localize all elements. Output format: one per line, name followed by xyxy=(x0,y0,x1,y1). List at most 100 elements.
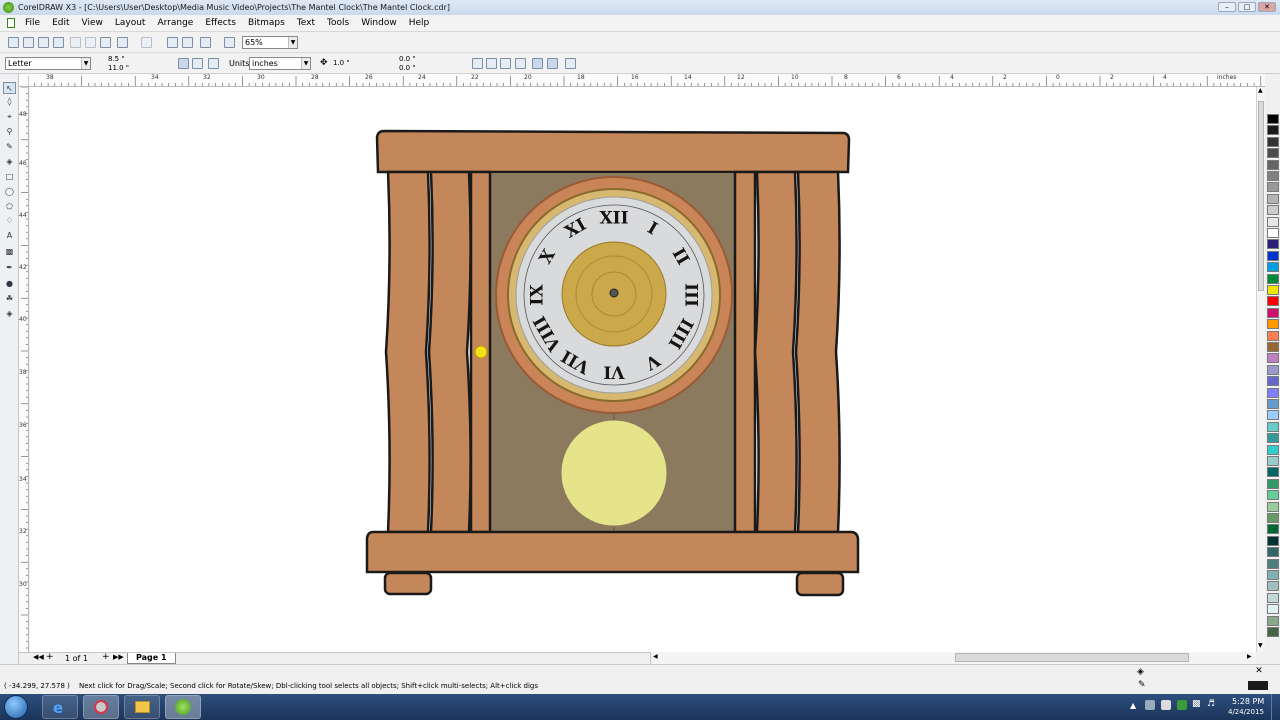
duplicate-x-field[interactable]: 0.0 " xyxy=(399,55,416,63)
ellipse-tool-icon[interactable]: ◯ xyxy=(3,186,16,198)
portrait-icon[interactable] xyxy=(178,58,189,69)
snap-to-objects-icon[interactable] xyxy=(500,58,511,69)
snap-to-grid-icon[interactable] xyxy=(472,58,483,69)
page-width-field[interactable]: 8.5 " xyxy=(108,55,125,63)
color-swatch[interactable] xyxy=(1267,444,1279,455)
color-swatch[interactable] xyxy=(1267,570,1279,580)
volume-icon[interactable]: ♬ xyxy=(1207,699,1215,709)
start-button[interactable] xyxy=(4,695,28,719)
zoom-tool-icon[interactable]: ⚲ xyxy=(3,126,16,138)
color-swatch[interactable] xyxy=(1267,342,1279,352)
clock-date[interactable]: 4/24/2015 xyxy=(1228,708,1264,716)
color-swatch[interactable] xyxy=(1267,627,1279,637)
menu-window[interactable]: Window xyxy=(361,18,397,28)
coreldraw-alt-icon[interactable] xyxy=(83,695,119,719)
clock-face[interactable]: XII IIIIIIIIIIVVIVIIVIIIIXXXI xyxy=(495,176,733,414)
color-swatch[interactable] xyxy=(1267,182,1279,193)
maximize-button[interactable]: □ xyxy=(1238,2,1256,12)
color-swatch[interactable] xyxy=(1267,376,1279,387)
undo-icon[interactable] xyxy=(117,37,128,48)
menu-help[interactable]: Help xyxy=(409,18,430,28)
color-swatch[interactable] xyxy=(1267,421,1279,432)
vertical-ruler[interactable]: 48 46 44 42 40 38 36 34 32 30 xyxy=(19,87,29,652)
color-swatch[interactable] xyxy=(1267,216,1279,227)
units-select[interactable]: inches ▼ xyxy=(249,57,311,70)
color-swatch[interactable] xyxy=(1267,478,1279,489)
shape-tool-icon[interactable]: ◊ xyxy=(3,96,16,108)
color-swatch[interactable] xyxy=(1267,307,1279,318)
outline-color-swatch[interactable] xyxy=(1248,681,1268,690)
tray-app-icon[interactable] xyxy=(1145,700,1155,710)
color-swatch[interactable] xyxy=(1267,604,1279,615)
color-swatch[interactable] xyxy=(1267,273,1279,284)
color-swatch[interactable] xyxy=(1267,171,1279,181)
color-swatch[interactable] xyxy=(1267,193,1279,204)
menu-effects[interactable]: Effects xyxy=(205,18,236,28)
application-launcher-icon[interactable] xyxy=(200,37,211,48)
menu-text[interactable]: Text xyxy=(297,18,315,28)
door-knob[interactable] xyxy=(474,345,488,359)
interactive-blend-tool-icon[interactable]: ▩ xyxy=(3,246,16,258)
redo-icon[interactable] xyxy=(141,37,152,48)
color-swatch[interactable] xyxy=(1267,239,1279,250)
menu-arrange[interactable]: Arrange xyxy=(157,18,193,28)
menu-tools[interactable]: Tools xyxy=(327,18,349,28)
last-page-icon[interactable]: ▶▶ xyxy=(113,653,124,661)
page-height-field[interactable]: 11.0 " xyxy=(108,64,129,72)
tray-app-icon[interactable] xyxy=(1161,700,1171,710)
basic-shapes-tool-icon[interactable]: ♢ xyxy=(3,215,16,227)
pendulum-bob[interactable] xyxy=(560,419,668,527)
color-swatch[interactable] xyxy=(1267,467,1279,478)
polygon-tool-icon[interactable]: ⬠ xyxy=(3,201,16,213)
color-swatch[interactable] xyxy=(1267,524,1279,535)
cut-icon[interactable] xyxy=(70,37,81,48)
draw-preview-icon[interactable] xyxy=(547,58,558,69)
scroll-left-icon[interactable]: ◀ xyxy=(653,653,658,660)
horizontal-scroll-thumb[interactable] xyxy=(955,653,1189,662)
color-swatch[interactable] xyxy=(1267,513,1279,523)
fill-none-swatch[interactable]: ✕ xyxy=(1250,667,1268,676)
color-swatch[interactable] xyxy=(1267,136,1279,147)
color-swatch[interactable] xyxy=(1267,410,1279,421)
menu-bitmaps[interactable]: Bitmaps xyxy=(248,18,285,28)
color-swatch[interactable] xyxy=(1267,592,1279,603)
fill-tool-icon[interactable]: ☘ xyxy=(3,293,16,305)
options-icon[interactable] xyxy=(565,58,576,69)
all-pages-icon[interactable] xyxy=(208,58,219,69)
new-icon[interactable] xyxy=(8,37,19,48)
color-swatch[interactable] xyxy=(1267,159,1279,170)
left-outer-column[interactable] xyxy=(384,170,431,534)
zoom-level-select[interactable]: 65% ▼ xyxy=(242,36,298,49)
coreldraw-icon[interactable] xyxy=(165,695,201,719)
clock-time[interactable]: 5:28 PM xyxy=(1232,697,1264,706)
page-tab[interactable]: Page 1 xyxy=(127,653,176,664)
color-swatch[interactable] xyxy=(1267,547,1279,558)
network-icon[interactable]: ▩ xyxy=(1192,699,1201,709)
vertical-scrollbar[interactable]: ▲ ▼ xyxy=(1256,87,1265,652)
clock-top-cap[interactable] xyxy=(375,129,851,174)
color-swatch[interactable] xyxy=(1267,501,1279,512)
color-swatch[interactable] xyxy=(1267,353,1279,364)
scroll-right-icon[interactable]: ▶ xyxy=(1247,653,1252,660)
import-icon[interactable] xyxy=(167,37,178,48)
treat-as-filled-icon[interactable] xyxy=(532,58,543,69)
mantel-clock-drawing[interactable]: XII IIIIIIIIIIVVIVIIVIIIIXXXI xyxy=(30,87,1256,652)
rectangle-tool-icon[interactable]: □ xyxy=(3,171,16,183)
add-page-after-icon[interactable]: + xyxy=(102,652,110,662)
show-desktop-button[interactable] xyxy=(1271,694,1280,720)
vertical-scroll-thumb[interactable] xyxy=(1258,101,1264,291)
horizontal-scrollbar[interactable]: ◀ ▶ xyxy=(650,652,1256,664)
paste-icon[interactable] xyxy=(100,37,111,48)
copy-icon[interactable] xyxy=(85,37,96,48)
scroll-down-icon[interactable]: ▼ xyxy=(1258,642,1263,649)
color-swatch[interactable] xyxy=(1267,535,1279,546)
color-swatch[interactable] xyxy=(1267,125,1279,136)
menu-layout[interactable]: Layout xyxy=(115,18,146,28)
color-swatch[interactable] xyxy=(1267,319,1279,330)
snap-to-guidelines-icon[interactable] xyxy=(486,58,497,69)
internet-explorer-icon[interactable]: e xyxy=(42,695,78,719)
menu-file[interactable]: File xyxy=(25,18,40,28)
minimize-button[interactable]: – xyxy=(1218,2,1236,12)
color-swatch[interactable] xyxy=(1267,490,1279,501)
tray-show-hidden-icon[interactable]: ▲ xyxy=(1130,701,1136,710)
